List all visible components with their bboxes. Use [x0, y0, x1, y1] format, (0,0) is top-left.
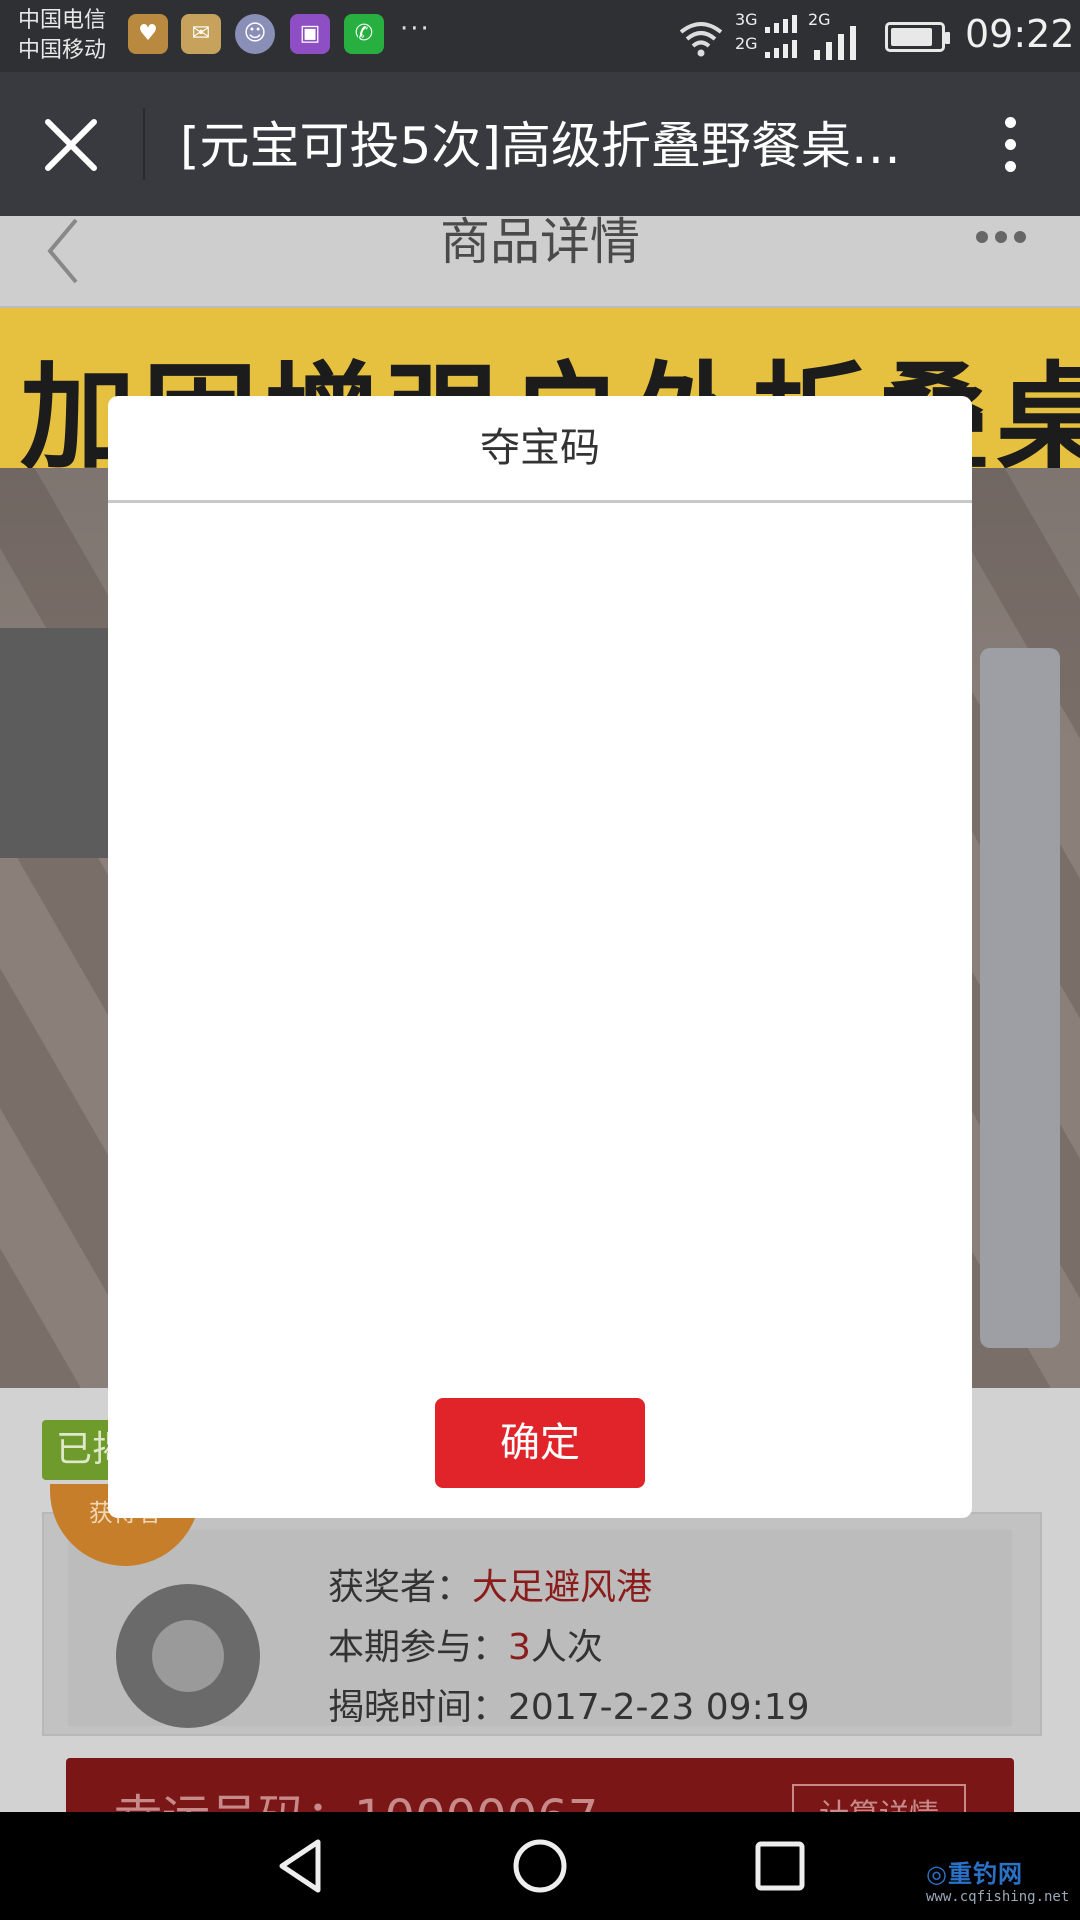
- battery-icon: [885, 22, 950, 52]
- close-icon[interactable]: [40, 114, 102, 176]
- signal-icon-sim2: 2G: [808, 8, 868, 64]
- carrier-2: 中国移动: [18, 38, 107, 63]
- net-type-1b: 2G: [735, 34, 758, 53]
- wifi-icon: [679, 22, 723, 57]
- watermark-url: www.cqfishing.net: [926, 1889, 1070, 1905]
- signal-bars-icon: [765, 15, 797, 58]
- dialog-title: 夺宝码: [108, 396, 972, 503]
- signal-icon-sim1: 3G 2G: [735, 8, 801, 64]
- treasure-code-dialog: 夺宝码 确定: [108, 396, 972, 1518]
- health-icon: ♥: [128, 14, 168, 54]
- watermark-logo: ◎重钓网: [926, 1860, 1023, 1888]
- page-title: [元宝可投5次]高级折叠野餐桌…: [180, 117, 901, 175]
- webview-title-bar: [元宝可投5次]高级折叠野餐桌…: [0, 72, 1080, 216]
- more-vertical-icon[interactable]: [990, 112, 1030, 178]
- notification-overflow-icon: ···: [400, 14, 431, 44]
- carrier-labels: 中国电信 中国移动: [18, 6, 106, 66]
- status-time: 09:22: [965, 12, 1075, 56]
- nav-back-icon[interactable]: [272, 1836, 332, 1896]
- net-type-1a: 3G: [735, 10, 758, 29]
- gallery-icon: ▣: [290, 14, 330, 54]
- carrier-1: 中国电信: [18, 8, 107, 33]
- nav-home-icon[interactable]: [510, 1836, 570, 1896]
- title-divider: [143, 108, 145, 180]
- system-nav-bar: ◎重钓网 www.cqfishing.net: [0, 1812, 1080, 1920]
- dialog-body: [108, 503, 972, 1388]
- confirm-button[interactable]: 确定: [435, 1398, 645, 1488]
- avatar-icon: ☺: [235, 14, 275, 54]
- nav-recent-apps-icon[interactable]: [750, 1836, 810, 1896]
- signal-bars-icon: [814, 26, 856, 60]
- wechat-icon: ✆: [344, 14, 384, 54]
- status-bar: 中国电信 中国移动 ♥ ✉ ☺ ▣ ✆ ··· 3G 2G 2G 09:22: [0, 0, 1080, 72]
- site-watermark: ◎重钓网 www.cqfishing.net: [926, 1854, 1069, 1905]
- message-icon: ✉: [181, 14, 221, 54]
